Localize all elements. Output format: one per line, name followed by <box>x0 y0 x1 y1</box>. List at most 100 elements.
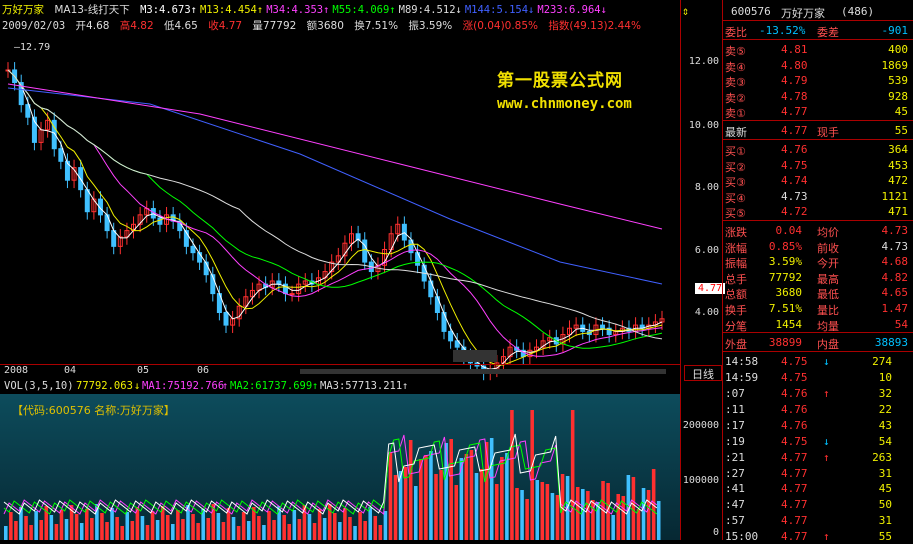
tick-time: :07 <box>725 387 745 400</box>
volume-bar <box>581 489 585 540</box>
price-tick: 4.00 <box>694 307 719 318</box>
quote-row: 14:58 4.75 ↓ 274 <box>723 354 913 369</box>
quote-row: 卖⑤ 4.81 400 <box>723 42 913 58</box>
date-axis: 2008 04 05 06 <box>0 364 680 379</box>
tick-volume: 31 <box>878 466 892 480</box>
stat-value: 1.47 <box>881 302 909 315</box>
stat-label: 总额 <box>725 288 747 302</box>
quote-row: 卖① 4.77 45 <box>723 104 913 120</box>
quote-row: 最新 4.77 现手 55 <box>723 123 913 139</box>
ask-label: 卖② <box>725 91 746 105</box>
volume-bar <box>4 526 8 540</box>
volume-bar <box>29 525 33 540</box>
hand-value: 55 <box>894 124 908 137</box>
settings-icon[interactable]: ⇕ <box>682 4 689 18</box>
volume-bar <box>292 510 297 540</box>
stat-label: 涨跌 <box>725 226 747 239</box>
volume-bar <box>262 525 266 540</box>
tick-time: 15:00 <box>725 530 759 544</box>
vol-ma1-arrow: ↑ <box>222 380 229 392</box>
change-value: 涨(0.04)0.85% <box>462 20 539 32</box>
ask-label: 卖④ <box>725 60 746 74</box>
low-value: 低4.65 <box>163 20 198 32</box>
volume-bar <box>393 475 398 540</box>
bar-date: 2009/02/03 <box>2 20 66 32</box>
vol-value: 77792.063 <box>76 380 133 392</box>
tick-price: 4.77 <box>781 466 808 480</box>
quote-row: 卖④ 4.80 1869 <box>723 58 913 74</box>
low-highlight <box>453 350 497 362</box>
quote-row: :27 4.77 31 <box>723 466 913 481</box>
volume-bar <box>110 508 114 540</box>
ask-label: 卖③ <box>725 76 746 90</box>
date-label: 2008 <box>4 365 29 376</box>
volume-bar <box>171 524 175 540</box>
volume-bar <box>413 486 418 540</box>
tick-price: 4.77 <box>781 450 808 464</box>
quote-row: 涨幅 0.85% 前收 4.73 <box>723 239 913 255</box>
tick-time: :47 <box>725 498 745 512</box>
tick-arrow: ↑ <box>823 387 830 400</box>
scrollbar[interactable] <box>300 369 666 374</box>
volume-bar <box>500 457 504 540</box>
volume-bar <box>338 522 342 540</box>
volume-bar <box>434 474 438 540</box>
quote-row: 涨跌 0.04 均价 4.73 <box>723 223 913 239</box>
tick-time: :17 <box>725 418 745 432</box>
stat-label: 分笔 <box>725 319 747 333</box>
tick-time: :27 <box>725 466 745 480</box>
candle-body <box>289 293 295 296</box>
ask-volume: 45 <box>894 105 908 119</box>
volume-bar <box>34 511 38 540</box>
stock-code: 600576 <box>731 5 771 18</box>
tick-volume: 263 <box>872 450 892 464</box>
volume-bar <box>14 521 18 540</box>
volume-bar <box>368 507 372 540</box>
volume-bar <box>312 523 317 540</box>
ma-line <box>7 69 663 357</box>
candle-body <box>157 217 163 225</box>
tick-volume: 50 <box>878 498 892 512</box>
volume-bar <box>120 526 124 540</box>
volume-bar <box>54 524 59 540</box>
volume-bar <box>100 513 104 540</box>
tick-time: :21 <box>725 450 745 464</box>
diff-value: -901 <box>881 24 909 37</box>
volume-bar <box>307 514 312 540</box>
quote-row: :11 4.76 22 <box>723 402 913 417</box>
volume-bar <box>181 519 185 540</box>
quote-row: :17 4.76 43 <box>723 418 913 433</box>
divider <box>723 120 913 121</box>
price-tick: 12.00 <box>688 56 719 67</box>
divider <box>723 351 913 353</box>
candle-body <box>441 312 447 332</box>
volume-bar <box>555 495 560 540</box>
quote-row: 换手 7.51% 量比 1.47 <box>723 301 913 317</box>
volume-bar <box>115 517 119 540</box>
bid-price: 4.75 <box>781 158 808 172</box>
period-button[interactable]: 日线 <box>684 365 722 381</box>
turnover-value: 换7.51% <box>354 20 399 32</box>
volume-bar <box>510 410 514 540</box>
divider <box>723 39 913 40</box>
bid-label: 买② <box>725 160 746 174</box>
volume-bar <box>64 519 69 540</box>
volume-bar <box>150 511 155 540</box>
volume-bar <box>378 525 383 540</box>
volume-bar <box>408 440 413 540</box>
ask-volume: 928 <box>888 89 908 103</box>
stat-value: 4.68 <box>881 255 909 269</box>
ask-price: 4.79 <box>781 74 808 88</box>
quote-row: 分笔 1454 均量 54 <box>723 317 913 333</box>
volume-bar <box>348 517 352 540</box>
ma-value: M89:4.512↓ <box>398 4 462 16</box>
bid-price: 4.76 <box>781 143 808 156</box>
tick-price: 4.77 <box>781 514 808 528</box>
quote-row: 买④ 4.73 1121 <box>723 189 913 205</box>
quote-row: 外盘 38899 内盘 38893 <box>723 335 913 351</box>
quote-row: 买① 4.76 364 <box>723 142 913 158</box>
tick-price: 4.75 <box>781 371 808 385</box>
volume-bar <box>449 439 453 540</box>
volume-bar <box>520 490 524 540</box>
chart-header: 万好万家 MA13-线打天下 M3:4.673↑ M13:4.454↑ M34:4.… <box>0 0 680 34</box>
